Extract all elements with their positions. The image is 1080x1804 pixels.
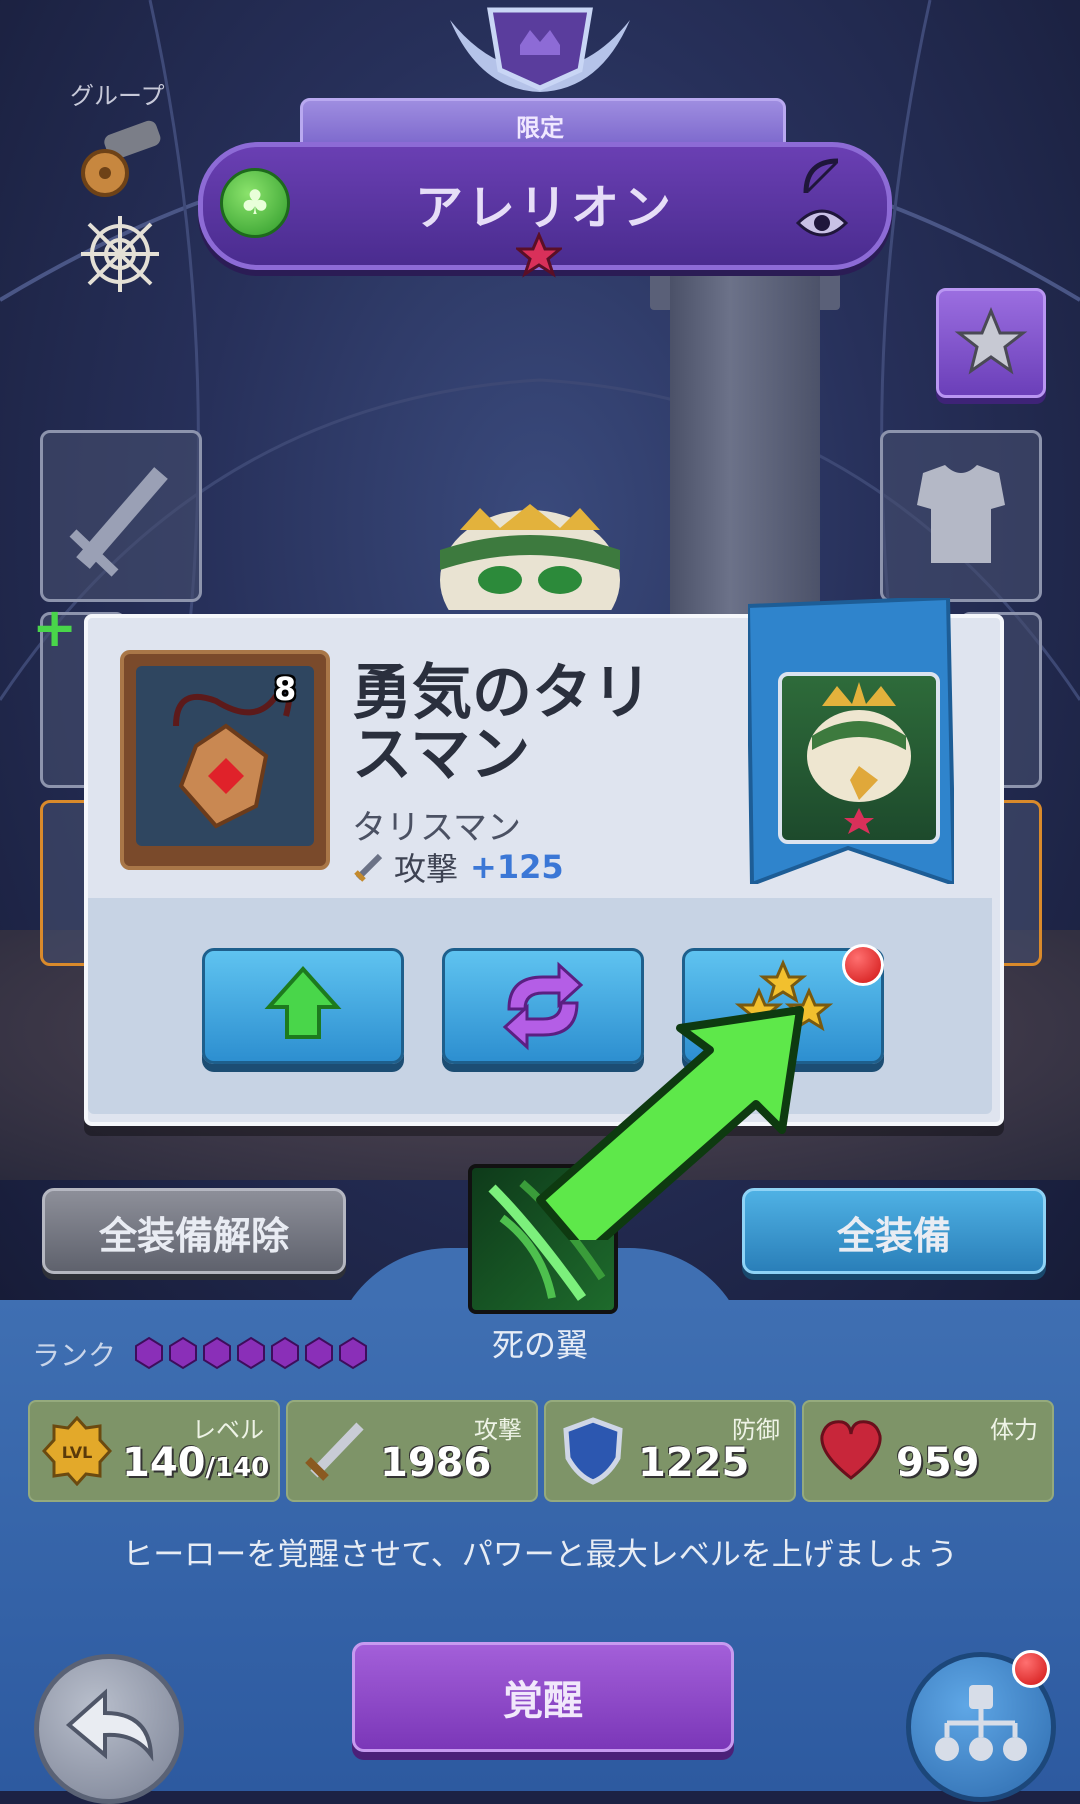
item-stat: 攻撃 +125 (352, 844, 564, 890)
armor-slot[interactable] (880, 430, 1042, 602)
unequip-all-button[interactable]: 全装備解除 (42, 1188, 346, 1274)
item-stat-label: 攻撃 (394, 850, 459, 888)
back-arrow-icon (65, 1688, 154, 1762)
rank-gem-icon (339, 1336, 367, 1370)
defense-value: 1225 (638, 1440, 750, 1486)
star-icon (516, 232, 562, 278)
item-type: タリスマン (352, 808, 521, 848)
armor-icon (917, 465, 1005, 563)
tutorial-arrow-icon (536, 1006, 804, 1240)
favorite-star-button[interactable] (936, 288, 1046, 398)
group-label: グループ (70, 82, 165, 110)
star-icon (954, 307, 1028, 375)
skill-name: 死の翼 (491, 1326, 588, 1364)
plus-icon: + (32, 596, 78, 659)
shield-icon (563, 1417, 623, 1485)
weapon-slot[interactable] (40, 430, 202, 602)
sword-icon (69, 467, 168, 577)
health-stat-card: 体力 959 (802, 1400, 1054, 1502)
level-icon: LVL (42, 1416, 112, 1486)
rank-gem-icon (305, 1336, 333, 1370)
heart-icon (820, 1420, 882, 1480)
eye-icon[interactable] (796, 205, 848, 241)
health-label: 体力 (990, 1416, 1038, 1444)
rank-gem-icon (237, 1336, 265, 1370)
cannon-icon[interactable] (75, 118, 165, 198)
spiderweb-icon[interactable] (75, 212, 165, 296)
unequip-all-label: 全装備解除 (98, 1214, 289, 1258)
level-stat-card: LVL レベル 140/140 (28, 1400, 280, 1502)
notification-dot (1012, 1650, 1050, 1688)
item-name: 勇気のタリスマン (352, 658, 652, 790)
awaken-hint: ヒーローを覚醒させて、パワーと最大レベルを上げましょう (122, 1537, 958, 1573)
hero-portrait[interactable] (778, 672, 940, 844)
svg-text:LVL: LVL (62, 1443, 93, 1462)
rank-gems (134, 1336, 368, 1370)
attack-stat-card: 攻撃 1986 (286, 1400, 538, 1502)
hero-avatar (807, 682, 911, 834)
rank-label: ランク (32, 1339, 117, 1372)
awaken-label: 覚醒 (503, 1678, 583, 1724)
defense-stat-card: 防御 1225 (544, 1400, 796, 1502)
bow-icon (803, 158, 839, 194)
hero-name: アレリオン (414, 180, 675, 236)
health-value: 959 (896, 1440, 980, 1486)
sword-icon (305, 1422, 364, 1481)
item-stat-value: +125 (470, 848, 564, 886)
level-value: 140/140 (122, 1440, 270, 1486)
rank-gem-icon (135, 1336, 163, 1370)
rank-gem-icon (169, 1336, 197, 1370)
hero-figure (440, 504, 620, 610)
attack-value: 1986 (380, 1440, 492, 1486)
item-count: 8 (274, 670, 297, 708)
limited-label: 限定 (516, 114, 564, 142)
back-button[interactable] (34, 1654, 184, 1804)
rank-gem-icon (203, 1336, 231, 1370)
upgrade-button[interactable] (202, 948, 404, 1064)
crest-icon (450, 7, 630, 92)
notification-dot (842, 944, 884, 986)
up-arrow-icon (264, 966, 342, 1039)
rank-gem-icon (271, 1336, 299, 1370)
sword-icon (354, 853, 383, 882)
